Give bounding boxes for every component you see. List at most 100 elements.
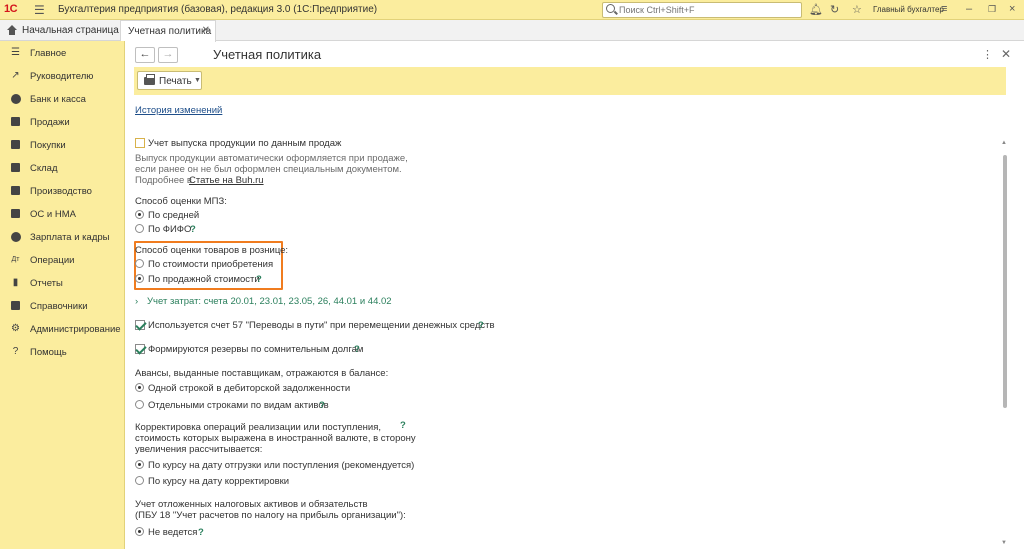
star-icon[interactable]: ☆ [852,3,862,16]
minimize-icon[interactable]: – [966,3,972,15]
report-icon: ▮ [12,277,19,288]
forward-button[interactable]: → [158,47,178,63]
bell-icon[interactable]: 🔔︎ [809,3,823,16]
home-icon [7,25,17,35]
deferred-not-kept-radio[interactable] [135,527,144,536]
correction-label-3: увеличения рассчитывается: [135,444,263,455]
mpz-fifo-radio[interactable] [135,224,144,233]
command-bar: Печать ▼ [134,67,1006,95]
app-logo[interactable]: 1С [4,3,26,17]
advances-separate-label: Отдельными строками по видам активов [148,400,329,411]
retail-cost-label: По стоимости приобретения [148,259,274,270]
tab-bar: Начальная страница Учетная политика ✕ [0,20,1024,42]
truck-icon [10,208,21,219]
production-checkbox[interactable] [135,138,145,148]
correction-shipment-label: По курсу на дату отгрузки или поступлени… [148,460,415,471]
retail-cost-radio[interactable] [135,259,144,268]
help-icon[interactable]: ? [478,320,484,331]
gear-icon: ⚙ [11,323,20,334]
restore-icon[interactable]: ❐ [988,4,996,15]
correction-date-label: По курсу на дату корректировки [148,476,290,487]
search-box[interactable] [602,2,802,18]
advances-one-line-radio[interactable] [135,383,144,392]
sidebar-item-bank[interactable]: Банк и касса [0,88,125,110]
tab-accounting-policy[interactable]: Учетная политика ✕ [120,20,216,42]
history-link[interactable]: История изменений [135,105,222,116]
sidebar-item-label: Зарплата и кадры [30,232,110,243]
mpz-fifo-label: По ФИФО [148,224,192,235]
search-input[interactable] [619,4,799,16]
main-content: ← → Учетная политика ⋮ ✕ Печать ▼ Истори… [126,42,1024,549]
sidebar-item-manager[interactable]: ↗ Руководителю [0,65,125,87]
page-title: Учетная политика [213,47,322,62]
deferred-not-kept-label: Не ведется [148,527,198,538]
sidebar-item-label: Производство [30,186,92,197]
help-icon[interactable]: ? [319,400,325,411]
sidebar-item-label: Администрирование [30,324,121,335]
sidebar-item-reports[interactable]: ▮ Отчеты [0,272,125,294]
chevron-right-icon[interactable]: › [135,296,138,307]
sidebar-item-label: Банк и касса [30,94,86,105]
account57-label: Используется счет 57 "Переводы в пути" п… [148,320,495,331]
production-desc-1: Выпуск продукции автоматически оформляет… [135,153,408,164]
tab-close-icon[interactable]: ✕ [202,25,210,36]
production-checkbox-label: Учет выпуска продукции по данным продаж [148,138,342,149]
mpz-label: Способ оценки МПЗ: [135,196,227,207]
retail-label: Способ оценки товаров в рознице: [135,245,289,256]
mpz-average-label: По средней [148,210,200,221]
sidebar-item-fixed-assets[interactable]: ОС и НМА [0,203,125,225]
settings-menu-icon[interactable]: ≡ [941,3,947,15]
help-icon[interactable]: ? [198,527,204,538]
help-icon[interactable]: ? [256,274,262,285]
more-icon[interactable]: ⋮ [982,48,993,61]
sidebar-item-label: Помощь [30,347,67,358]
sidebar-item-references[interactable]: Справочники [0,295,125,317]
correction-label-1: Корректировка операций реализации или по… [135,422,381,433]
production-desc-2: если ранее он не был оформлен специальны… [135,164,402,175]
close-window-icon[interactable]: × [1009,3,1015,15]
sidebar-item-label: Отчеты [30,278,63,289]
sidebar-item-salary[interactable]: Зарплата и кадры [0,226,125,248]
user-name[interactable]: Главный бухгалтер [873,5,944,14]
sidebar-item-main[interactable]: ☰ Главное [0,42,125,64]
help-icon[interactable]: ? [354,344,360,355]
sidebar-item-label: Руководителю [30,71,94,82]
help-icon[interactable]: ? [400,420,406,431]
close-form-icon[interactable]: ✕ [1001,47,1011,61]
buh-article-link[interactable]: Статье на Buh.ru [189,175,264,186]
production-desc-3: Подробнее в [135,175,192,186]
advances-one-line-label: Одной строкой в дебиторской задолженност… [148,383,351,394]
factory-icon [10,185,21,196]
print-button[interactable]: Печать ▼ [137,71,202,90]
tab-home-label: Начальная страница [22,25,119,36]
main-menu-icon[interactable]: ☰ [34,3,45,17]
retail-sale-price-radio[interactable] [135,274,144,283]
history-icon[interactable]: ↻ [830,3,839,16]
scroll-down-icon[interactable]: ▼ [1001,540,1007,546]
advances-separate-radio[interactable] [135,400,144,409]
correction-shipment-radio[interactable] [135,460,144,469]
help-icon[interactable]: ? [190,224,196,235]
costs-link[interactable]: Учет затрат: счета 20.01, 23.01, 23.05, … [147,296,392,307]
sidebar-item-admin[interactable]: ⚙ Администрирование [0,318,125,340]
sidebar-item-production[interactable]: Производство [0,180,125,202]
chevron-down-icon: ▼ [194,77,201,84]
question-icon: ? [12,346,19,357]
back-button[interactable]: ← [135,47,155,63]
sidebar-item-help[interactable]: ? Помощь [0,341,125,363]
sidebar-item-warehouse[interactable]: Склад [0,157,125,179]
advances-label: Авансы, выданные поставщикам, отражаются… [135,368,389,379]
tab-home[interactable]: Начальная страница [0,20,119,41]
cart-icon [10,139,21,150]
app-title: Бухгалтерия предприятия (базовая), редак… [58,4,378,15]
sidebar-item-operations[interactable]: Дт Операции [0,249,125,271]
scrollbar-thumb[interactable] [1003,155,1007,408]
coin-icon [10,93,21,104]
mpz-average-radio[interactable] [135,210,144,219]
print-label: Печать [159,76,192,87]
sidebar-item-purchases[interactable]: Покупки [0,134,125,156]
sidebar-item-sales[interactable]: Продажи [0,111,125,133]
correction-date-radio[interactable] [135,476,144,485]
account57-checkbox[interactable] [135,320,145,330]
reserves-checkbox[interactable] [135,344,145,354]
